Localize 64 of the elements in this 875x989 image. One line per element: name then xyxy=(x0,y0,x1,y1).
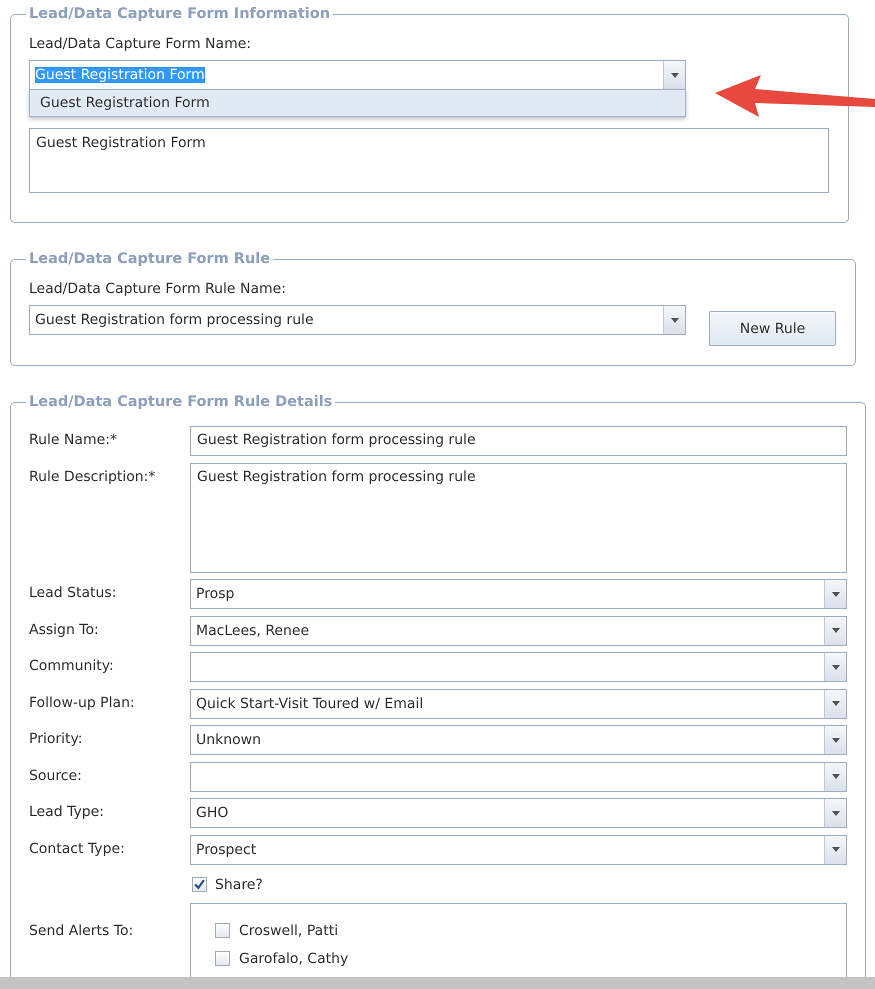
select-field[interactable]: Prosp xyxy=(190,579,847,609)
field-label: Lead/Data Capture Form Name: xyxy=(29,36,252,52)
select-field[interactable]: Quick Start-Visit Toured w/ Email xyxy=(190,688,847,718)
field-label: Contact Type: xyxy=(29,840,126,856)
dropdown-button[interactable] xyxy=(824,726,846,754)
text-area[interactable]: Guest Registration form processing rule xyxy=(190,462,847,572)
select-field[interactable]: GHO xyxy=(190,798,847,828)
description-field[interactable]: Guest Registration Form xyxy=(29,128,829,193)
new-rule-button[interactable]: New Rule xyxy=(709,311,836,346)
dropdown-button[interactable] xyxy=(663,61,685,89)
caret-icon xyxy=(832,592,840,596)
section-title: Lead/Data Capture Form Rule Details xyxy=(28,394,334,410)
caret-icon xyxy=(832,701,840,706)
select-field[interactable]: MacLees, Renee xyxy=(190,616,847,646)
caret-icon xyxy=(670,318,678,322)
checkbox-label: Croswell, Patti xyxy=(239,922,338,938)
select-field[interactable] xyxy=(190,652,847,682)
dropdown-button[interactable] xyxy=(663,306,685,334)
dropdown-button[interactable] xyxy=(824,762,846,790)
text-field[interactable]: Guest Registration form processing rule xyxy=(190,426,847,456)
field-label: Lead Type: xyxy=(29,803,105,820)
checkbox-label: Share? xyxy=(215,876,263,892)
field-label: Rule Description:* xyxy=(29,468,156,484)
dropdown-button[interactable] xyxy=(824,799,846,827)
caret-icon xyxy=(832,810,840,816)
field-label: Assign To: xyxy=(29,620,100,638)
caret-icon xyxy=(832,847,840,852)
field-label: Source: xyxy=(29,766,83,784)
caret-icon xyxy=(832,738,840,742)
rule-name-combo[interactable]: Guest Registration form processing rule xyxy=(29,305,686,335)
caret-icon xyxy=(832,774,840,779)
checkbox[interactable] xyxy=(215,923,230,938)
select-field[interactable]: Unknown xyxy=(190,725,847,755)
section-title: Lead/Data Capture Form Information xyxy=(28,6,332,22)
combo-value: GHO xyxy=(196,805,228,821)
caret-icon xyxy=(670,72,678,78)
combo-value: MacLees, Renee xyxy=(196,622,310,638)
dropdown-button[interactable] xyxy=(824,616,846,644)
field-label: Send Alerts To: xyxy=(29,922,134,940)
dropdown-button[interactable] xyxy=(824,836,846,864)
combo-value: Prosp xyxy=(196,586,234,602)
field-label: Lead/Data Capture Form Rule Name: xyxy=(29,281,288,297)
caret-icon xyxy=(832,628,840,633)
combo-value: Quick Start-Visit Toured w/ Email xyxy=(196,696,424,712)
section-title: Lead/Data Capture Form Rule xyxy=(28,251,272,267)
field-label: Follow-up Plan: xyxy=(29,694,136,710)
combo-value: Guest Registration Form xyxy=(35,67,205,83)
select-field[interactable]: Prospect xyxy=(190,834,847,864)
caret-icon xyxy=(832,664,840,670)
field-label: Rule Name:* xyxy=(29,431,118,448)
dropdown-button[interactable] xyxy=(824,653,846,681)
field-label: Lead Status: xyxy=(29,584,118,601)
combo-value: Prospect xyxy=(196,842,256,858)
dropdown-button[interactable] xyxy=(824,690,846,718)
dropdown-option[interactable]: Guest Registration Form xyxy=(30,90,685,116)
checkbox[interactable] xyxy=(215,951,230,966)
checkbox-label: Garofalo, Cathy xyxy=(239,950,348,966)
combo-value: Unknown xyxy=(196,732,261,748)
field-label: Priority: xyxy=(29,730,84,747)
combo-value: Guest Registration form processing rule xyxy=(35,312,314,328)
dropdown-button[interactable] xyxy=(824,580,846,608)
field-label: Community: xyxy=(29,657,115,674)
checkbox[interactable] xyxy=(192,877,207,892)
select-field[interactable] xyxy=(190,762,847,792)
